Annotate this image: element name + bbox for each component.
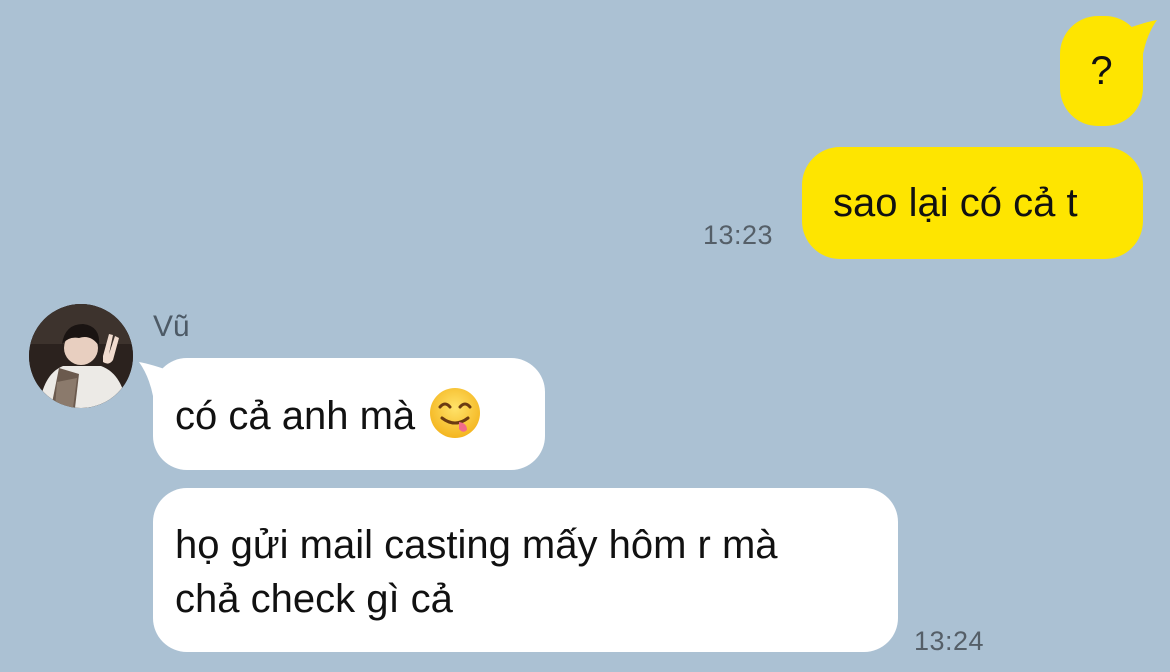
incoming-message-bubble[interactable]: họ gửi mail casting mấy hôm r mà chả che… [153,488,898,652]
outgoing-message-bubble[interactable]: sao lại có cả t [802,147,1143,259]
message-timestamp: 13:23 [703,220,774,250]
bubble-tail-icon [1123,20,1157,54]
incoming-message-bubble[interactable]: có cả anh mà [139,358,545,470]
profile-photo-icon [29,304,133,408]
message-text-line: họ gửi mail casting mấy hôm r mà [175,523,778,567]
outgoing-message-bubble[interactable]: ? [1060,16,1157,126]
message-timestamp: 13:24 [914,626,985,656]
avatar[interactable] [29,304,133,408]
message-text-line: chả check gì cả [175,577,453,621]
bubble-tail-icon [139,362,173,396]
message-text: có cả anh mà [175,394,416,438]
chat-view: ? sao lại có cả t 13:23 Vũ có cả anh mà [0,0,1170,672]
yum-face-emoji-icon [430,388,481,438]
sender-name: Vũ [153,310,190,343]
message-text: sao lại có cả t [833,181,1078,225]
